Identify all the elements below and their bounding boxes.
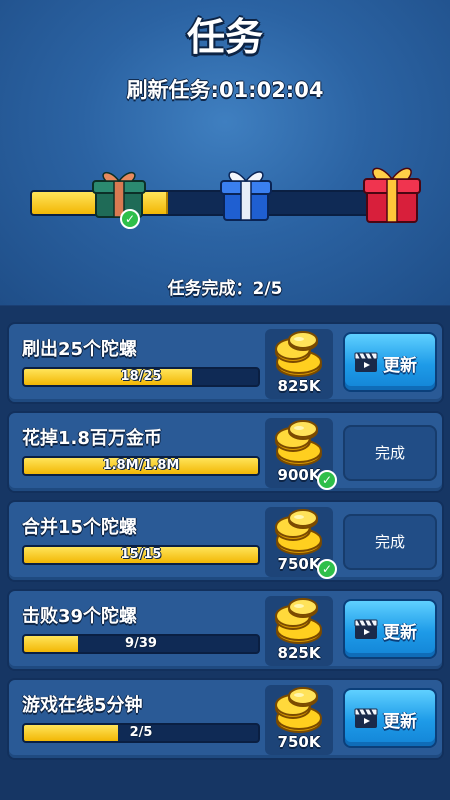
reward-box: 750K: [265, 685, 333, 755]
check-icon: ✓: [317, 470, 337, 490]
task-card: 游戏在线5分钟 2/5 750K 更新: [7, 678, 444, 760]
task-progress-bar: 15/15: [22, 545, 260, 565]
task-name: 刷出25个陀螺: [22, 339, 138, 360]
coin-stack-icon: [273, 687, 325, 739]
reward-box: 900K ✓: [265, 418, 337, 490]
task-progress-bar: 2/5: [22, 723, 260, 743]
refresh-button-label: 更新: [383, 712, 417, 732]
task-name: 游戏在线5分钟: [22, 695, 143, 716]
task-card: 花掉1.8百万金币 1.8M/1.8M 900K ✓ 完成: [7, 411, 444, 493]
video-clapper-icon: [354, 708, 378, 728]
check-icon: ✓: [317, 559, 337, 579]
reward-box: 825K: [265, 596, 333, 666]
task-progress-bar: 1.8M/1.8M: [22, 456, 260, 476]
blue-gift-icon[interactable]: [218, 166, 274, 224]
task-completion-count: 任务完成：2/5: [167, 279, 283, 299]
complete-task-button[interactable]: 完成: [343, 425, 437, 481]
refresh-button-label: 更新: [383, 623, 417, 643]
header-panel: 任务 刷新任务:01:02:04 ✓ 任务完成：2/5: [0, 0, 450, 305]
task-progress-text: 9/39: [125, 636, 157, 651]
coin-stack-icon: [273, 509, 325, 561]
task-progress-text: 2/5: [129, 725, 153, 740]
coin-stack-icon: [273, 331, 325, 383]
check-icon: ✓: [120, 209, 140, 229]
refresh-task-button[interactable]: 更新: [343, 688, 437, 748]
task-name: 合并15个陀螺: [22, 517, 138, 538]
video-clapper-icon: [354, 619, 378, 639]
refresh-button-label: 更新: [383, 356, 417, 376]
task-card: 合并15个陀螺 15/15 750K ✓ 完成: [7, 500, 444, 582]
red-gift-icon[interactable]: [361, 162, 423, 226]
complete-task-button[interactable]: 完成: [343, 514, 437, 570]
task-progress-text: 15/15: [120, 547, 162, 562]
coin-stack-icon: [273, 598, 325, 650]
task-progress-bar: 18/25: [22, 367, 260, 387]
task-progress-text: 1.8M/1.8M: [102, 458, 180, 473]
page-title: 任务: [186, 15, 263, 59]
refresh-timer: 刷新任务:01:02:04: [126, 78, 324, 102]
reward-amount: 750K: [277, 733, 321, 751]
milestone-progress-bar: [30, 190, 402, 216]
task-card: 刷出25个陀螺 18/25 825K 更新: [7, 322, 444, 404]
coin-stack-icon: [273, 420, 325, 472]
reward-amount: 825K: [277, 377, 321, 395]
reward-amount: 825K: [277, 644, 321, 662]
refresh-task-button[interactable]: 更新: [343, 599, 437, 659]
refresh-task-button[interactable]: 更新: [343, 332, 437, 392]
video-clapper-icon: [354, 352, 378, 372]
green-gift-icon[interactable]: ✓: [90, 165, 148, 229]
task-card: 击败39个陀螺 9/39 825K 更新: [7, 589, 444, 671]
task-name: 花掉1.8百万金币: [22, 428, 162, 449]
reward-box: 750K ✓: [265, 507, 337, 579]
task-progress-text: 18/25: [120, 369, 162, 384]
task-progress-bar: 9/39: [22, 634, 260, 654]
reward-box: 825K: [265, 329, 333, 399]
task-name: 击败39个陀螺: [22, 606, 138, 627]
